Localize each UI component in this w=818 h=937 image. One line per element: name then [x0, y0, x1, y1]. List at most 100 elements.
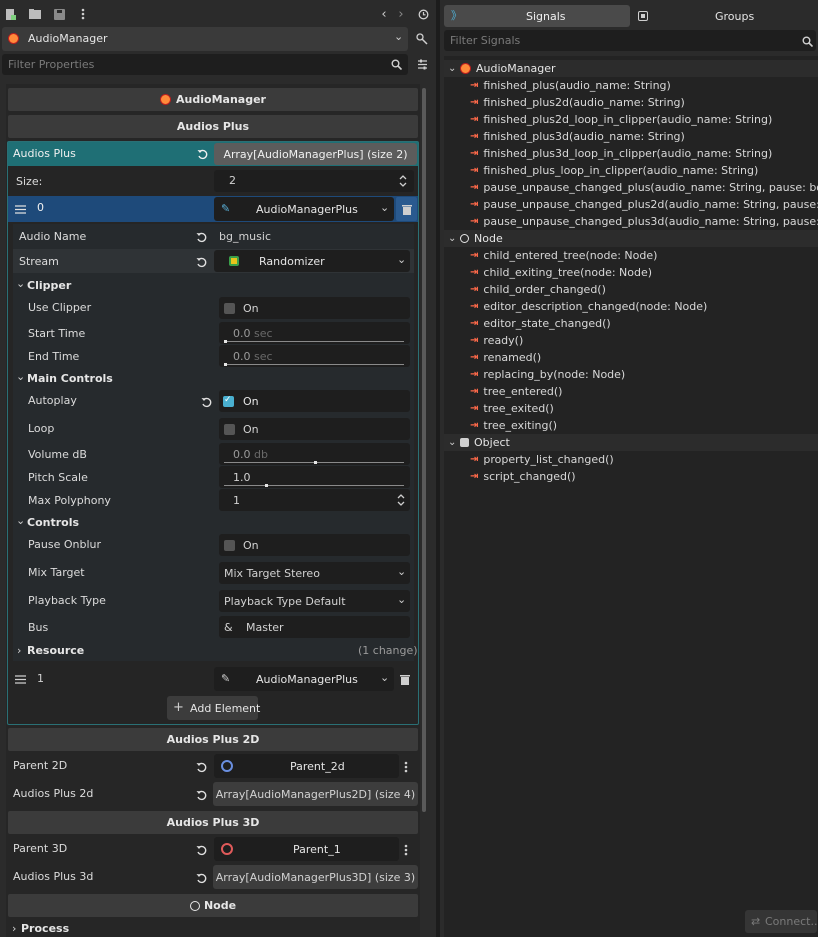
filter-options-icon[interactable]	[416, 58, 428, 70]
chevron-down-icon[interactable]: ⌄	[448, 437, 460, 448]
signal-item[interactable]: ⇥ pause_unpause_changed_plus3d(audio_name…	[444, 213, 818, 230]
signal-item[interactable]: ⇥ ready()	[444, 332, 818, 349]
parent-3d-picker[interactable]: Parent_1	[214, 837, 399, 861]
object-selector[interactable]: AudioManager ⌄	[2, 27, 408, 51]
parent-2d-picker[interactable]: Parent_2d	[214, 754, 399, 778]
signal-group-row[interactable]: ⌄ AudioManager	[444, 60, 818, 77]
delete-element-1-button[interactable]	[398, 673, 412, 685]
filter-properties-input[interactable]: Filter Properties	[2, 54, 408, 75]
audios-plus-2d-value-button[interactable]: Array[AudioManagerPlus2D] (size 4)	[213, 782, 418, 806]
slider-knob[interactable]	[314, 461, 317, 464]
revert-icon[interactable]	[196, 148, 208, 160]
pitch-slider[interactable]	[224, 485, 404, 486]
signal-item[interactable]: ⇥ finished_plus(audio_name: String)	[444, 77, 818, 94]
revert-icon[interactable]	[195, 761, 207, 773]
controls-header[interactable]: Controls	[27, 517, 79, 528]
audios-plus-row[interactable]: Audios Plus Array[AudioManagerPlus] (siz…	[8, 142, 418, 166]
signal-item[interactable]: ⇥ finished_plus3d(audio_name: String)	[444, 128, 818, 145]
signal-item[interactable]: ⇥ child_entered_tree(node: Node)	[444, 247, 818, 264]
signal-item[interactable]: ⇥ child_exiting_tree(node: Node)	[444, 264, 818, 281]
signal-item[interactable]: ⇥ finished_plus2d_loop_in_clipper(audio_n…	[444, 111, 818, 128]
signal-item[interactable]: ⇥ script_changed()	[444, 468, 818, 485]
audios-plus-value-button[interactable]: Array[AudioManagerPlus] (size 2)	[214, 143, 417, 165]
signal-group-row[interactable]: ⌄ Object	[444, 434, 818, 451]
save-icon[interactable]	[53, 8, 65, 20]
slider-knob[interactable]	[224, 363, 227, 366]
signal-group-row[interactable]: ⌄ Node	[444, 230, 818, 247]
stream-picker[interactable]: Randomizer ⌄	[214, 250, 410, 272]
revert-icon[interactable]	[195, 844, 207, 856]
audio-name-value[interactable]: bg_music	[219, 231, 271, 242]
signal-item[interactable]: ⇥ editor_state_changed()	[444, 315, 818, 332]
signal-item[interactable]: ⇥ property_list_changed()	[444, 451, 818, 468]
section-node[interactable]: Node	[8, 894, 418, 917]
spin-updown-icon[interactable]	[396, 493, 406, 507]
end-time-slider[interactable]	[224, 364, 404, 365]
new-script-icon[interactable]	[4, 8, 16, 20]
slider-knob[interactable]	[265, 484, 268, 487]
resource-header[interactable]: Resource	[27, 645, 84, 656]
drag-handle-icon[interactable]	[14, 674, 26, 684]
signal-item[interactable]: ⇥ renamed()	[444, 349, 818, 366]
mix-target-select[interactable]: Mix Target Stereo ⌄	[219, 562, 410, 584]
main-controls-collapse-icon[interactable]: ⌄	[16, 371, 25, 382]
clipper-collapse-icon[interactable]: ⌄	[16, 278, 25, 289]
element-1-header[interactable]: 1 ✎ AudioManagerPlus ⌄	[8, 666, 418, 692]
slider-knob[interactable]	[224, 340, 227, 343]
use-clipper-checkbox[interactable]	[224, 303, 235, 314]
section-audios-plus-3d[interactable]: Audios Plus 3D	[8, 811, 418, 834]
spin-updown-icon[interactable]	[398, 174, 408, 188]
process-expand-icon[interactable]: ›	[12, 923, 16, 934]
open-icon[interactable]	[28, 8, 42, 20]
process-header[interactable]: Process	[21, 923, 69, 934]
chevron-down-icon[interactable]: ⌄	[448, 63, 460, 74]
bus-field[interactable]: & Master	[219, 616, 410, 638]
revert-icon[interactable]	[195, 256, 207, 268]
tab-groups[interactable]: Groups	[630, 5, 816, 27]
element-0-header[interactable]: 0 ✎ AudioManagerPlus ⌄	[8, 196, 418, 222]
add-element-button[interactable]: + Add Element	[167, 696, 260, 720]
main-controls-header[interactable]: Main Controls	[27, 373, 113, 384]
element-0-type-picker[interactable]: ✎ AudioManagerPlus ⌄	[214, 197, 394, 221]
filter-signals-input[interactable]: Filter Signals	[444, 30, 816, 51]
connect-button[interactable]: ⇄ Connect...	[745, 910, 818, 933]
tab-signals[interactable]: 》 Signals	[444, 5, 630, 27]
section-audios-plus-2d[interactable]: Audios Plus 2D	[8, 728, 418, 751]
controls-collapse-icon[interactable]: ⌄	[16, 515, 25, 526]
signal-item[interactable]: ⇥ child_order_changed()	[444, 281, 818, 298]
back-icon[interactable]: ‹	[379, 7, 389, 21]
more-vertical-icon[interactable]	[402, 760, 410, 774]
resource-expand-icon[interactable]: ›	[17, 645, 21, 656]
size-spinbox[interactable]: 2	[214, 170, 414, 192]
start-time-slider[interactable]	[224, 341, 404, 342]
loop-checkbox[interactable]	[224, 424, 235, 435]
delete-element-0-button[interactable]	[396, 197, 417, 221]
playback-type-select[interactable]: Playback Type Default ⌄	[219, 590, 410, 612]
signal-item[interactable]: ⇥ finished_plus_loop_in_clipper(audio_nam…	[444, 162, 818, 179]
signal-item[interactable]: ⇥ replacing_by(node: Node)	[444, 366, 818, 383]
chevron-down-icon[interactable]: ⌄	[448, 233, 460, 244]
audios-plus-3d-value-button[interactable]: Array[AudioManagerPlus3D] (size 3)	[213, 865, 418, 889]
revert-icon[interactable]	[195, 789, 207, 801]
signal-item[interactable]: ⇥ pause_unpause_changed_plus(audio_name: …	[444, 179, 818, 196]
clipper-header[interactable]: Clipper	[27, 280, 71, 291]
signal-item[interactable]: ⇥ tree_exited()	[444, 400, 818, 417]
history-icon[interactable]	[417, 8, 429, 20]
drag-handle-icon[interactable]	[14, 204, 26, 214]
element-1-type-picker[interactable]: ✎ AudioManagerPlus ⌄	[214, 667, 394, 691]
pause-onblur-checkbox[interactable]	[224, 540, 235, 551]
more-vertical-icon[interactable]	[402, 843, 410, 857]
more-vertical-icon[interactable]	[79, 7, 87, 21]
signal-item[interactable]: ⇥ finished_plus3d_loop_in_clipper(audio_n…	[444, 145, 818, 162]
signal-item[interactable]: ⇥ finished_plus2d(audio_name: String)	[444, 94, 818, 111]
node-settings-icon[interactable]	[415, 32, 429, 46]
max-polyphony-spinbox[interactable]: 1	[219, 489, 410, 511]
revert-icon[interactable]	[200, 396, 212, 408]
signal-item[interactable]: ⇥ pause_unpause_changed_plus2d(audio_name…	[444, 196, 818, 213]
signal-item[interactable]: ⇥ tree_exiting()	[444, 417, 818, 434]
inspector-scrollbar[interactable]	[422, 88, 426, 812]
forward-icon[interactable]: ›	[396, 7, 406, 21]
section-audios-plus[interactable]: Audios Plus	[8, 115, 418, 138]
signal-item[interactable]: ⇥ editor_description_changed(node: Node)	[444, 298, 818, 315]
signal-item[interactable]: ⇥ tree_entered()	[444, 383, 818, 400]
